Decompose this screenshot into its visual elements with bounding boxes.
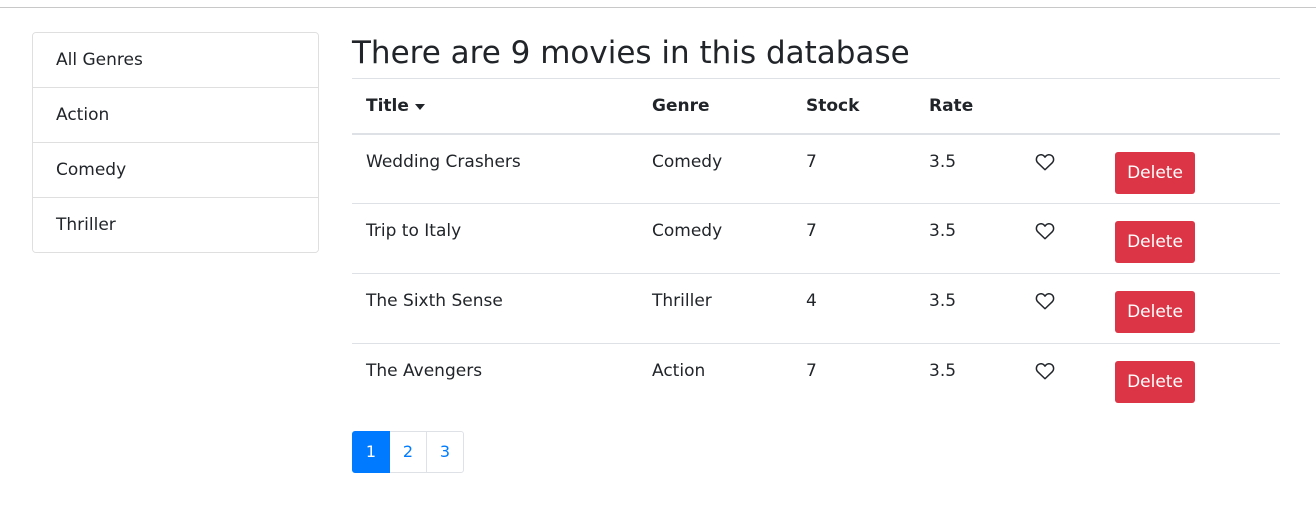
cell-rate: 3.5 xyxy=(915,273,1025,344)
column-header-genre[interactable]: Genre xyxy=(638,78,792,135)
cell-genre: Thriller xyxy=(638,273,792,344)
genre-item-thriller[interactable]: Thriller xyxy=(33,198,318,252)
column-header-action xyxy=(1101,78,1280,135)
cell-rate: 3.5 xyxy=(915,203,1025,274)
heart-outline-icon[interactable] xyxy=(1035,222,1055,240)
cell-stock: 7 xyxy=(792,203,915,274)
genre-item-action[interactable]: Action xyxy=(33,88,318,143)
heart-outline-icon[interactable] xyxy=(1035,153,1055,171)
cell-title: The Sixth Sense xyxy=(352,273,638,344)
cell-title: Wedding Crashers xyxy=(352,133,638,204)
cell-like xyxy=(1025,344,1101,414)
column-header-like xyxy=(1025,78,1101,135)
page-button-1[interactable]: 1 xyxy=(352,431,390,473)
cell-genre: Comedy xyxy=(638,203,792,274)
delete-button[interactable]: Delete xyxy=(1115,151,1195,194)
cell-stock: 7 xyxy=(806,361,817,381)
column-header-stock[interactable]: Stock xyxy=(792,78,915,135)
heart-outline-icon[interactable] xyxy=(1035,292,1055,310)
cell-action: Delete xyxy=(1101,344,1280,414)
cell-genre: Comedy xyxy=(638,133,792,204)
movies-table: Title Genre Stock Rate Wedding Crashers … xyxy=(352,78,1280,414)
cell-title: The Avengers xyxy=(366,361,483,381)
column-header-title[interactable]: Title xyxy=(352,78,638,135)
cell-like xyxy=(1025,133,1101,204)
cell-action: Delete xyxy=(1101,133,1280,204)
delete-button[interactable]: Delete xyxy=(1115,361,1195,403)
table-row: The Sixth Sense Thriller 4 3.5 Delete xyxy=(352,273,1280,344)
cell-action: Delete xyxy=(1101,203,1280,274)
caret-down-icon xyxy=(414,103,425,110)
page-title: There are 9 movies in this database xyxy=(352,35,910,71)
heart-outline-icon[interactable] xyxy=(1035,362,1055,380)
cell-action: Delete xyxy=(1101,273,1280,344)
table-row: Trip to Italy Comedy 7 3.5 Delete xyxy=(352,203,1280,274)
cell-genre: Action xyxy=(652,361,706,381)
column-header-rate[interactable]: Rate xyxy=(915,78,1025,135)
pagination: 1 2 3 xyxy=(352,431,464,473)
cell-stock: 7 xyxy=(792,133,915,204)
top-divider xyxy=(0,7,1316,8)
cell-stock: 4 xyxy=(792,273,915,344)
table-header-row: Title Genre Stock Rate xyxy=(352,78,1280,135)
main-content: There are 9 movies in this database Titl… xyxy=(352,32,1280,414)
delete-button[interactable]: Delete xyxy=(1115,221,1195,263)
cell-rate: 3.5 xyxy=(929,361,957,381)
cell-like xyxy=(1025,203,1101,274)
cell-rate: 3.5 xyxy=(915,133,1025,204)
table-row: The Avengers Action 7 3.5 Delete xyxy=(352,344,1280,414)
table-row: Wedding Crashers Comedy 7 3.5 Delete xyxy=(352,133,1280,204)
genre-item-comedy[interactable]: Comedy xyxy=(33,143,318,198)
genre-list: All Genres Action Comedy Thriller xyxy=(32,32,319,253)
page-button-3[interactable]: 3 xyxy=(426,431,464,473)
cell-like xyxy=(1025,273,1101,344)
delete-button[interactable]: Delete xyxy=(1115,291,1195,333)
genre-item-all-genres[interactable]: All Genres xyxy=(33,33,318,88)
page-button-2[interactable]: 2 xyxy=(389,431,427,473)
cell-title: Trip to Italy xyxy=(352,203,638,274)
column-header-title-label: Title xyxy=(366,95,409,116)
